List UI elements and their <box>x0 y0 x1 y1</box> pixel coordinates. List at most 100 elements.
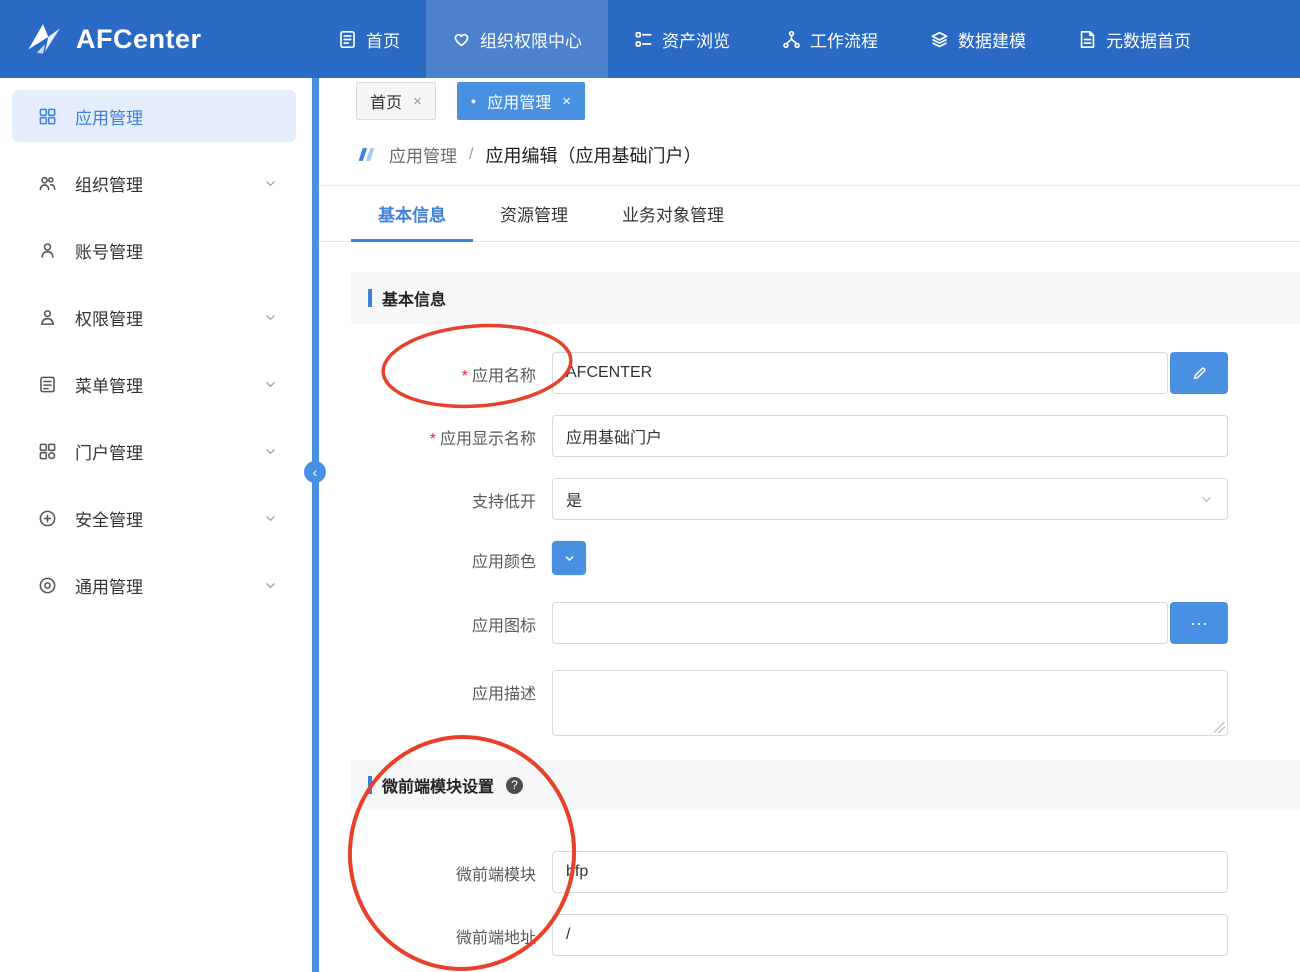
micro-address-input[interactable] <box>552 914 1228 956</box>
sidebar-item-label: 通用管理 <box>75 573 143 598</box>
top-nav: 首页 组织权限中心 资产浏览 工作流程 数据建模 元数据首页 <box>312 0 1217 78</box>
content-tabs: 基本信息 资源管理 业务对象管理 <box>319 186 1300 242</box>
brand-name: AFCenter <box>76 24 202 55</box>
topnav-label: 首页 <box>366 27 400 52</box>
section-accent-bar <box>368 289 372 307</box>
app-icon-browse-button[interactable]: ··· <box>1170 602 1228 644</box>
breadcrumb-parent[interactable]: 应用管理 <box>389 142 457 167</box>
form-row-app-name: *应用名称 <box>351 352 1300 394</box>
form-row-app-color: 应用颜色 <box>351 541 1300 575</box>
chevron-down-icon <box>261 377 280 392</box>
app-color-picker[interactable] <box>552 541 586 575</box>
page-body: 应用管理 组织管理 账号管理 权限管理 菜单管理 <box>0 78 1300 972</box>
brand[interactable]: AFCenter <box>0 0 312 78</box>
breadcrumb-slashes-icon <box>355 146 377 163</box>
sidebar-item-label: 门户管理 <box>75 439 143 464</box>
chevron-down-icon <box>261 176 280 191</box>
edit-form: 基本信息 *应用名称 *应用显示名称 <box>319 242 1300 972</box>
sidebar-collapse-handle[interactable]: ‹ <box>304 461 326 483</box>
sidebar-item-menu-management[interactable]: 菜单管理 <box>12 358 296 410</box>
open-tabs-bar: 首页 × ● 应用管理 × <box>319 78 1300 124</box>
micro-module-input[interactable] <box>552 851 1228 893</box>
app-desc-textarea[interactable] <box>552 670 1228 736</box>
pencil-icon <box>1191 365 1208 382</box>
chevron-down-icon <box>1199 492 1214 507</box>
tab-label: 资源管理 <box>500 201 568 226</box>
open-tab-home[interactable]: 首页 × <box>356 82 436 120</box>
topnav-item-home[interactable]: 首页 <box>312 0 426 78</box>
close-icon[interactable]: × <box>562 93 571 110</box>
field-label: 应用描述 <box>351 670 536 704</box>
chevron-down-icon <box>261 310 280 325</box>
section-basic-info: 基本信息 <box>351 272 1300 324</box>
topnav-item-workflow[interactable]: 工作流程 <box>756 0 904 78</box>
app-icon-input[interactable] <box>552 602 1168 644</box>
main-content: 首页 × ● 应用管理 × 应用管理 / 应用编辑（应用基础门户） <box>319 78 1300 972</box>
sidebar-item-org-management[interactable]: 组织管理 <box>12 157 296 209</box>
security-plus-icon <box>38 509 57 528</box>
topnav-item-asset-browse[interactable]: 资产浏览 <box>608 0 756 78</box>
section-title: 微前端模块设置 <box>382 773 494 797</box>
field-label: *应用显示名称 <box>351 415 536 449</box>
field-label: 应用图标 <box>351 602 536 636</box>
required-mark: * <box>462 368 468 385</box>
sidebar-item-label: 组织管理 <box>75 171 143 196</box>
form-row-low-code: 支持低开 是 <box>351 478 1300 520</box>
edit-app-name-button[interactable] <box>1170 352 1228 394</box>
tab-label: 基本信息 <box>378 201 446 226</box>
top-navbar: AFCenter 首页 组织权限中心 资产浏览 工作流程 数据建模 <box>0 0 1300 78</box>
field-label: 微前端地址 <box>351 914 536 948</box>
breadcrumb-separator: / <box>469 146 473 164</box>
workflow-icon <box>782 30 801 49</box>
chevron-down-icon <box>261 578 280 593</box>
sidebar-item-label: 安全管理 <box>75 506 143 531</box>
tab-basic-info[interactable]: 基本信息 <box>351 186 473 241</box>
sidebar-item-general-management[interactable]: 通用管理 <box>12 559 296 611</box>
sidebar-item-account-management[interactable]: 账号管理 <box>12 224 296 276</box>
topnav-item-org-permission-center[interactable]: 组织权限中心 <box>426 0 608 78</box>
target-icon <box>38 576 57 595</box>
tab-business-object-management[interactable]: 业务对象管理 <box>595 186 751 241</box>
topnav-label: 工作流程 <box>810 27 878 52</box>
sidebar-item-app-management[interactable]: 应用管理 <box>12 90 296 142</box>
document-icon <box>338 30 357 49</box>
grid-icon <box>38 107 57 126</box>
topnav-item-data-modeling[interactable]: 数据建模 <box>904 0 1052 78</box>
display-name-input[interactable] <box>552 415 1228 457</box>
afcenter-app: AFCenter 首页 组织权限中心 资产浏览 工作流程 数据建模 <box>0 0 1300 972</box>
chevron-down-icon <box>563 552 576 565</box>
sidebar-item-label: 权限管理 <box>75 305 143 330</box>
tab-resource-management[interactable]: 资源管理 <box>473 186 595 241</box>
topnav-label: 元数据首页 <box>1106 27 1191 52</box>
required-mark: * <box>430 431 436 448</box>
form-row-display-name: *应用显示名称 <box>351 415 1300 457</box>
form-row-app-desc: 应用描述 <box>351 670 1300 736</box>
user-permission-icon <box>38 308 57 327</box>
low-code-select[interactable]: 是 <box>552 478 1228 520</box>
close-icon[interactable]: × <box>413 93 422 110</box>
sidebar-item-portal-management[interactable]: 门户管理 <box>12 425 296 477</box>
breadcrumb: 应用管理 / 应用编辑（应用基础门户） <box>319 124 1300 186</box>
chevron-down-icon <box>261 511 280 526</box>
help-icon[interactable]: ? <box>506 777 523 794</box>
active-dot-icon: ● <box>471 97 476 106</box>
page-title: 应用编辑（应用基础门户） <box>485 142 701 168</box>
app-name-input[interactable] <box>552 352 1168 394</box>
open-tab-app-management[interactable]: ● 应用管理 × <box>457 82 585 120</box>
form-row-micro-module: 微前端模块 <box>351 851 1300 893</box>
ellipsis-icon: ··· <box>1190 613 1208 634</box>
topnav-item-metadata-home[interactable]: 元数据首页 <box>1052 0 1217 78</box>
field-label: 微前端模块 <box>351 851 536 885</box>
sidebar-item-label: 账号管理 <box>75 238 143 263</box>
sidebar-item-security-management[interactable]: 安全管理 <box>12 492 296 544</box>
sidebar-divider: ‹ <box>312 78 319 972</box>
field-label: *应用名称 <box>351 352 536 386</box>
sidebar-item-permission-management[interactable]: 权限管理 <box>12 291 296 343</box>
asset-list-icon <box>634 30 653 49</box>
selected-value: 是 <box>566 487 582 511</box>
menu-document-icon <box>38 375 57 394</box>
topnav-label: 数据建模 <box>958 27 1026 52</box>
person-icon <box>38 241 57 260</box>
people-icon <box>38 174 57 193</box>
metadata-document-icon <box>1078 30 1097 49</box>
